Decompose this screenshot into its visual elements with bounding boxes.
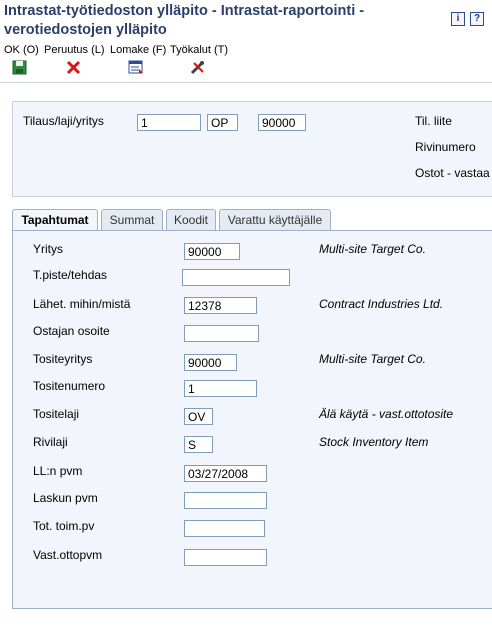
- delivery-date-input[interactable]: [184, 520, 265, 537]
- window-title-line2: verotiedostojen ylläpito: [4, 22, 167, 38]
- ship-desc: Contract Industries Ltd.: [319, 297, 444, 311]
- order-label: Tilaus/laji/yritys: [23, 114, 104, 128]
- doc-type-desc: Älä käytä - vast.ottotosite: [319, 407, 454, 421]
- doc-number-label: Tositenumero: [33, 379, 106, 393]
- tab-koodit[interactable]: Koodit: [166, 209, 216, 230]
- tools-icon[interactable]: [190, 60, 206, 75]
- header-panel: Tilaus/laji/yritys 1 OP 90000 Til. liite…: [12, 101, 492, 197]
- transactions-panel: Yritys 90000 Multi-site Target Co. T.pis…: [12, 230, 492, 609]
- order-number-input[interactable]: 1: [137, 114, 201, 131]
- company-input[interactable]: 90000: [184, 243, 240, 260]
- attachment-label: Til. liite: [415, 114, 452, 128]
- line-number-label: Rivinumero: [415, 140, 476, 154]
- ok-button-label[interactable]: OK (O): [4, 44, 39, 56]
- company-label: Yritys: [33, 242, 63, 256]
- receipt-date-label: Vast.ottopvm: [33, 548, 103, 562]
- save-icon[interactable]: [12, 60, 27, 75]
- line-type-input[interactable]: S: [184, 436, 213, 453]
- line-type-desc: Stock Inventory Item: [319, 435, 429, 449]
- receipt-date-input[interactable]: [184, 549, 267, 566]
- doc-company-desc: Multi-site Target Co.: [319, 352, 426, 366]
- point-input[interactable]: [182, 269, 290, 286]
- doc-number-input[interactable]: 1: [184, 380, 257, 397]
- tab-tapahtumat[interactable]: Tapahtumat: [12, 209, 98, 231]
- buyer-address-label: Ostajan osoite: [33, 324, 110, 338]
- ship-input[interactable]: 12378: [184, 297, 257, 314]
- doc-type-label: Tositelaji: [33, 407, 80, 421]
- window-title-line1: Intrastat-työtiedoston ylläpito - Intras…: [4, 3, 365, 19]
- form-icon[interactable]: [128, 60, 144, 75]
- doc-company-label: Tositeyritys: [33, 352, 93, 366]
- point-label: T.piste/tehdas: [33, 268, 108, 282]
- order-type-input[interactable]: OP: [207, 114, 238, 131]
- doc-type-input[interactable]: OV: [184, 408, 213, 425]
- window-title: Intrastat-työtiedoston ylläpito - Intras…: [4, 2, 424, 40]
- tools-menu-label[interactable]: Työkalut (T): [170, 44, 228, 56]
- gl-date-input[interactable]: 03/27/2008: [184, 465, 267, 482]
- invoice-date-label: Laskun pvm: [33, 491, 98, 505]
- doc-company-input[interactable]: 90000: [184, 354, 237, 371]
- delivery-date-label: Tot. toim.pv: [33, 519, 95, 533]
- company-desc: Multi-site Target Co.: [319, 242, 426, 256]
- cancel-icon[interactable]: [66, 60, 81, 75]
- info-icon[interactable]: i: [451, 12, 465, 26]
- toolbar: OK (O) Peruutus (L) Lomake (F) Työkalut …: [0, 40, 492, 81]
- tab-varattu[interactable]: Varattu käyttäjälle: [219, 209, 331, 230]
- gl-date-label: LL:n pvm: [33, 464, 83, 478]
- invoice-date-input[interactable]: [184, 492, 267, 509]
- form-menu-label[interactable]: Lomake (F): [110, 44, 166, 56]
- purchases-label: Ostot - vastaa: [415, 166, 490, 180]
- toolbar-divider: [0, 82, 492, 83]
- cancel-button-label[interactable]: Peruutus (L): [44, 44, 105, 56]
- ship-label: Lähet. mihin/mistä: [33, 297, 131, 311]
- help-icon[interactable]: ?: [470, 12, 484, 26]
- buyer-address-input[interactable]: [184, 325, 259, 342]
- line-type-label: Rivilaji: [33, 435, 68, 449]
- tab-summat[interactable]: Summat: [101, 209, 163, 230]
- order-company-input[interactable]: 90000: [258, 114, 306, 131]
